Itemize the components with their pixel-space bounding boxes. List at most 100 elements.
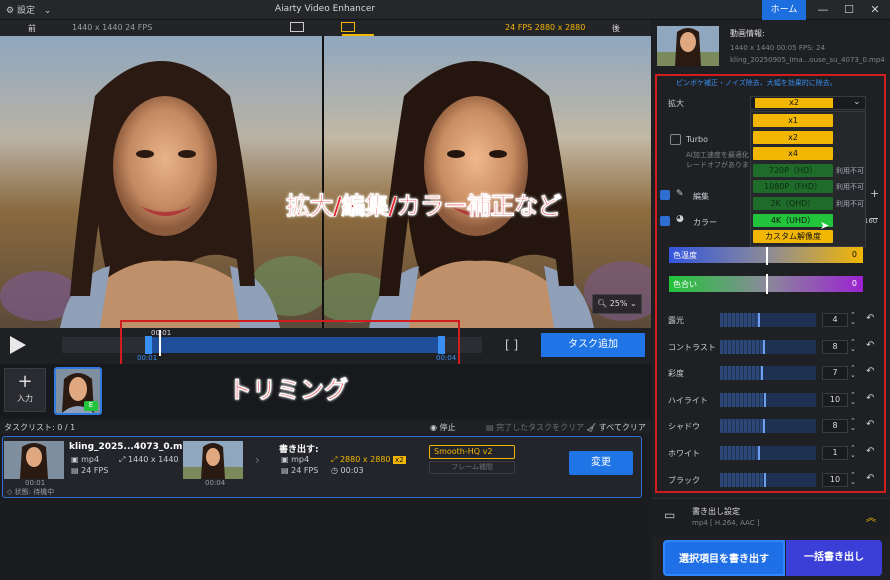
adjustment-slider[interactable] bbox=[720, 446, 816, 460]
color-temp-thumb[interactable] bbox=[766, 245, 768, 265]
stepper-icon[interactable]: ⌃ ⌄ bbox=[850, 339, 856, 353]
stepper-icon[interactable]: ⌃ ⌄ bbox=[850, 418, 856, 432]
adjustment-slider[interactable] bbox=[720, 366, 816, 380]
scale-select[interactable]: x2 ⌄ bbox=[750, 96, 866, 110]
adjustment-value[interactable]: 8 bbox=[822, 419, 848, 433]
add-input-button[interactable]: + 入力 bbox=[4, 368, 46, 412]
close-button[interactable]: ✕ bbox=[864, 2, 886, 18]
stepper-icon[interactable]: ⌃ ⌄ bbox=[850, 472, 856, 486]
home-button[interactable]: ホーム bbox=[762, 0, 806, 20]
adjustment-fill bbox=[720, 446, 758, 460]
export-settings-label: 書き出し設定 bbox=[692, 507, 740, 516]
stepper-icon[interactable]: ⌃ ⌄ bbox=[850, 365, 856, 379]
reset-icon[interactable]: ↶ bbox=[866, 473, 874, 484]
adjustment-slider[interactable] bbox=[720, 419, 816, 433]
adjustment-thumb[interactable] bbox=[763, 340, 765, 354]
export-folder-icon: ▭ bbox=[664, 508, 676, 522]
stop-button[interactable]: ◉ 停止 bbox=[430, 422, 456, 433]
adjustment-slider[interactable] bbox=[720, 393, 816, 407]
cursor-icon: ➤ bbox=[820, 219, 830, 232]
scale-option[interactable]: x4 bbox=[753, 147, 833, 160]
adjustment-thumb[interactable] bbox=[758, 313, 760, 327]
reset-icon[interactable]: ↶ bbox=[866, 313, 874, 324]
adjustment-value[interactable]: 8 bbox=[822, 340, 848, 354]
change-button[interactable]: 変更 bbox=[569, 451, 633, 475]
output-scale-badge: x2 bbox=[393, 456, 406, 464]
stepper-icon[interactable]: ⌃ ⌄ bbox=[850, 445, 856, 459]
task-format-value: mp4 bbox=[81, 455, 100, 464]
export-selected-button[interactable]: 選択項目を書き出す bbox=[663, 540, 785, 576]
export-all-button[interactable]: 一括書き出し bbox=[786, 540, 882, 576]
expand-edit-icon[interactable]: + bbox=[870, 187, 879, 200]
scale-option[interactable]: 2K（QHD） bbox=[753, 197, 833, 210]
collapse-color-icon[interactable]: − bbox=[870, 212, 879, 225]
scale-option[interactable]: x2 bbox=[753, 131, 833, 144]
scale-label: 拡大 bbox=[668, 99, 684, 108]
adjustment-thumb[interactable] bbox=[761, 366, 763, 380]
adjustment-row: 露光 4 ⌃ ⌄ ↶ bbox=[664, 312, 884, 328]
adjustment-fill bbox=[720, 473, 764, 487]
tint-slider[interactable]: 色合い 0 bbox=[669, 274, 863, 294]
adjustment-value[interactable]: 10 bbox=[822, 473, 848, 487]
zoom-control[interactable]: 🔍︎ 25% ⌄ bbox=[592, 294, 642, 314]
plus-icon: + bbox=[17, 371, 33, 392]
reset-icon[interactable]: ↶ bbox=[866, 340, 874, 351]
adjustment-thumb[interactable] bbox=[764, 393, 766, 407]
trim-brackets[interactable]: [ ] bbox=[505, 338, 518, 352]
chevron-down-icon: ⌄ bbox=[630, 299, 637, 308]
adjustment-row: ホワイト 1 ⌃ ⌄ ↶ bbox=[664, 445, 884, 461]
edit-checkbox[interactable] bbox=[660, 190, 670, 200]
frame-interp-tag[interactable]: フレーム補間 bbox=[429, 461, 515, 474]
reset-icon[interactable]: ↶ bbox=[866, 419, 874, 430]
reset-icon[interactable]: ↶ bbox=[866, 446, 874, 457]
tint-thumb[interactable] bbox=[766, 274, 768, 294]
adjustment-thumb[interactable] bbox=[758, 446, 760, 460]
adjustment-slider[interactable] bbox=[720, 313, 816, 327]
scale-option[interactable]: x1 bbox=[753, 114, 833, 127]
portrait-image-before bbox=[0, 36, 322, 328]
adjustment-value[interactable]: 10 bbox=[822, 393, 848, 407]
play-icon[interactable] bbox=[10, 336, 26, 354]
scale-option[interactable]: 1080P（FHD） bbox=[753, 180, 833, 193]
turbo-checkbox[interactable] bbox=[670, 134, 681, 145]
adjustment-value[interactable]: 7 bbox=[822, 366, 848, 380]
reset-icon[interactable]: ↶ bbox=[866, 393, 874, 404]
input-thumbnail[interactable]: E bbox=[54, 367, 102, 415]
export-settings[interactable]: ▭ 書き出し設定 mp4 [ H.264, AAC ] ︽ bbox=[652, 498, 890, 536]
chevron-up-icon[interactable]: ︽ bbox=[866, 509, 876, 524]
add-task-button[interactable]: タスク追加 bbox=[541, 333, 645, 357]
color-checkbox[interactable] bbox=[660, 216, 670, 226]
before-info: 1440 x 1440 24 FPS bbox=[72, 23, 153, 32]
stepper-icon[interactable]: ⌃ ⌄ bbox=[850, 392, 856, 406]
clear-done-button[interactable]: ▤ 完了したタスクをクリア bbox=[486, 422, 584, 433]
reset-icon[interactable]: ↶ bbox=[866, 366, 874, 377]
task-item[interactable]: 00:01 kling_2025...4073_0.mp4 ▣ mp4 ⤢ 14… bbox=[2, 436, 642, 498]
video-info-thumb bbox=[657, 26, 719, 66]
palette-icon: ◕ bbox=[676, 214, 684, 224]
minimize-button[interactable]: — bbox=[812, 2, 834, 18]
color-temp-slider[interactable]: 色温度 0 bbox=[669, 245, 863, 265]
adjustment-value[interactable]: 4 bbox=[822, 313, 848, 327]
model-tag[interactable]: Smooth-HQ v2 bbox=[429, 445, 515, 459]
chevron-right-icon: › bbox=[255, 453, 260, 467]
scale-option[interactable]: 720P（HD） bbox=[753, 164, 833, 177]
zoom-value: 25% bbox=[609, 299, 628, 308]
adjustment-fill bbox=[720, 366, 761, 380]
maximize-button[interactable]: ☐ bbox=[838, 2, 860, 18]
adjustment-thumb[interactable] bbox=[764, 473, 766, 487]
adjustment-slider[interactable] bbox=[720, 340, 816, 354]
chevron-down-icon: ⌄ bbox=[853, 97, 861, 107]
stepper-icon[interactable]: ⌃ ⌄ bbox=[850, 312, 856, 326]
edit-icon: ✎ bbox=[676, 189, 684, 199]
side-by-side-icon[interactable] bbox=[341, 22, 355, 32]
adjustment-slider[interactable] bbox=[720, 473, 816, 487]
tint-label: 色合い bbox=[673, 280, 697, 289]
overlay-annotation-top: 拡大/編集/カラー補正など bbox=[286, 192, 562, 221]
adjustment-thumb[interactable] bbox=[763, 419, 765, 433]
split-view-icon[interactable] bbox=[290, 22, 304, 32]
adjustment-value[interactable]: 1 bbox=[822, 446, 848, 460]
clear-all-label: すべてクリア bbox=[598, 423, 646, 432]
viewer-header: 前 1440 x 1440 24 FPS 24 FPS 2880 x 2880 … bbox=[0, 20, 651, 36]
clear-all-button[interactable]: 🧹︎ すべてクリア bbox=[586, 422, 646, 433]
task-filename: kling_2025...4073_0.mp4 bbox=[69, 442, 196, 452]
